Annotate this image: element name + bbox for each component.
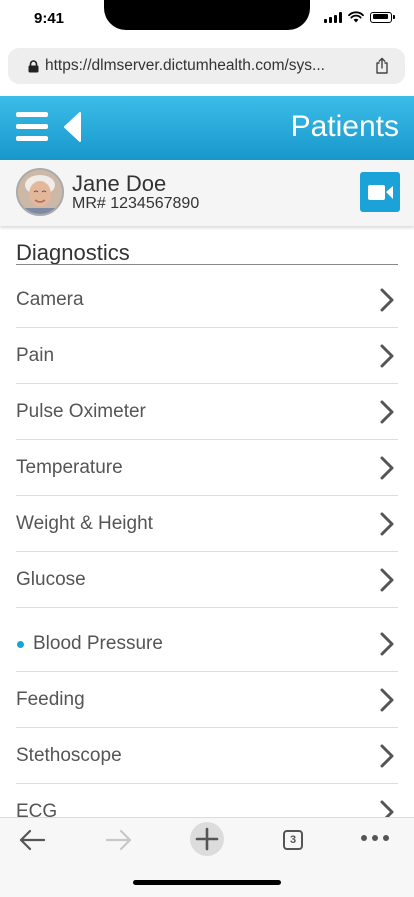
home-indicator [133, 880, 281, 885]
list-item-label: Camera [16, 289, 84, 310]
active-indicator-dot [17, 641, 24, 648]
section-divider [16, 264, 398, 265]
patient-mr-number: MR# 1234567890 [72, 195, 200, 212]
list-item-pain[interactable]: Pain [16, 328, 398, 384]
diagnostics-list: Camera Pain Pulse Oximeter Temperature W… [16, 272, 398, 840]
plus-icon[interactable] [189, 821, 225, 857]
arrow-left-icon[interactable] [18, 828, 46, 852]
video-camera-icon [368, 185, 393, 200]
patient-bar: Jane Doe MR# 1234567890 [0, 160, 414, 226]
address-bar[interactable]: https://dlmserver.dictumhealth.com/sys..… [8, 48, 405, 84]
video-call-button[interactable] [360, 172, 400, 212]
list-item-camera[interactable]: Camera [16, 272, 398, 328]
chevron-right-icon [380, 632, 394, 656]
list-item-label: Weight & Height [16, 513, 153, 534]
cellular-signal-icon [324, 11, 342, 23]
browser-toolbar: 3 [0, 817, 414, 897]
wifi-icon [348, 11, 364, 23]
chevron-right-icon [380, 512, 394, 536]
share-icon[interactable] [375, 57, 389, 74]
page-title: Patients [290, 110, 399, 143]
app-header: Patients [0, 96, 414, 160]
ellipsis-icon[interactable] [360, 834, 390, 842]
patient-avatar [16, 168, 64, 216]
chevron-right-icon [380, 688, 394, 712]
chevron-right-icon [380, 344, 394, 368]
list-item-feeding[interactable]: Feeding [16, 672, 398, 728]
list-item-weight-height[interactable]: Weight & Height [16, 496, 398, 552]
list-item-label: Pulse Oximeter [16, 401, 146, 422]
status-time: 9:41 [34, 10, 65, 27]
chevron-right-icon [380, 568, 394, 592]
status-bar: 9:41 [0, 0, 414, 44]
list-item-pulse-oximeter[interactable]: Pulse Oximeter [16, 384, 398, 440]
chevron-right-icon [380, 288, 394, 312]
list-item-blood-pressure[interactable]: Blood Pressure [16, 616, 398, 672]
list-item-temperature[interactable]: Temperature [16, 440, 398, 496]
list-item-label: Feeding [16, 689, 85, 710]
list-item-stethoscope[interactable]: Stethoscope [16, 728, 398, 784]
chevron-right-icon [380, 456, 394, 480]
list-item-label: Blood Pressure [33, 633, 163, 654]
tab-count-button[interactable]: 3 [283, 830, 303, 850]
list-item-label: Glucose [16, 569, 86, 590]
list-item-label: Stethoscope [16, 745, 122, 766]
device-notch [104, 0, 310, 30]
hamburger-icon[interactable] [16, 112, 48, 142]
section-title: Diagnostics [16, 240, 130, 265]
status-icons [324, 11, 395, 23]
battery-icon [370, 11, 395, 23]
chevron-right-icon [380, 400, 394, 424]
patient-name: Jane Doe [72, 171, 167, 196]
list-item-glucose[interactable]: Glucose [16, 552, 398, 608]
arrow-right-icon[interactable] [105, 828, 133, 852]
url-text[interactable]: https://dlmserver.dictumhealth.com/sys..… [45, 57, 325, 75]
back-triangle-icon[interactable] [63, 112, 81, 142]
lock-icon [28, 59, 39, 72]
list-item-label: Pain [16, 345, 55, 366]
chevron-right-icon [380, 744, 394, 768]
list-item-label: Temperature [16, 457, 123, 478]
